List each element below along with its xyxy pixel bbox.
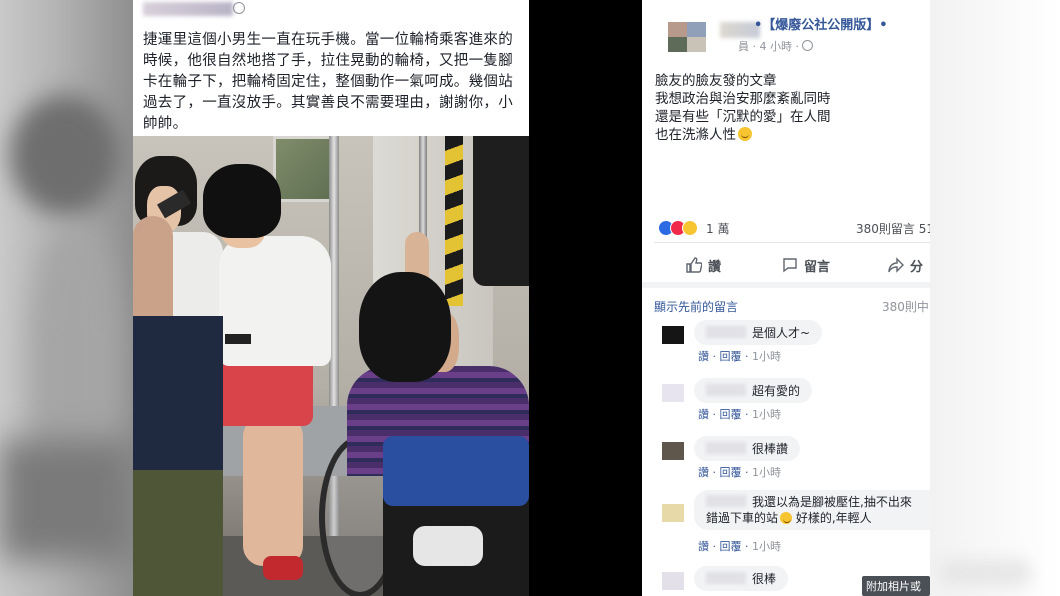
commenter-avatar[interactable]: [662, 504, 684, 522]
like-icon: [686, 257, 702, 273]
previous-comments-count: 380則中: [882, 300, 929, 314]
comment-item: 我還以為是腳被壓住,抽不出來 錯過下車的站 好樣的,年輕人 讚 · 回覆 · 1…: [662, 490, 930, 554]
subway-photo: [133, 136, 529, 596]
comment-button[interactable]: 留言: [782, 252, 830, 278]
divider: [654, 242, 930, 243]
blurred-commenter-name: [706, 572, 746, 584]
commenter-avatar[interactable]: [662, 384, 684, 402]
comment-actions: 讚 · 回覆 · 1小時: [698, 350, 781, 363]
action-bar: 讚 留言 分: [642, 252, 930, 278]
reaction-count[interactable]: 1 萬: [706, 220, 729, 237]
comment-bubble: 我還以為是腳被壓住,抽不出來 錯過下車的站 好樣的,年輕人: [694, 490, 930, 530]
post-body: 臉友的臉友發的文章 我想政治與治安那麼紊亂同時 還是有些「沉默的愛」在人間 也在…: [655, 73, 831, 143]
comment-like-link[interactable]: 讚: [698, 408, 709, 421]
comment-label: 留言: [804, 259, 831, 275]
comment-item: 是個人才~ 讚 · 回覆 · 1小時: [662, 320, 930, 370]
comment-item: 超有愛的 讚 · 回覆 · 1小時: [662, 378, 930, 428]
post-time[interactable]: 員 · 4 小時 ·: [738, 40, 799, 53]
page-avatar[interactable]: [668, 22, 706, 52]
blurred-left-background: [0, 0, 133, 596]
comment-like-link[interactable]: 讚: [698, 540, 709, 553]
like-label: 讚: [708, 259, 722, 275]
comment-reply-link[interactable]: 回覆: [720, 540, 742, 553]
globe-icon: [233, 2, 245, 14]
smile-emoji-icon: [738, 127, 752, 141]
comment-reply-link[interactable]: 回覆: [720, 408, 742, 421]
like-button[interactable]: 讚: [686, 252, 721, 278]
blurred-commenter-name: [706, 326, 746, 338]
comment-time[interactable]: 1小時: [752, 466, 781, 479]
comment-item: 很棒讚 讚 · 回覆 · 1小時: [662, 436, 930, 486]
comment-count[interactable]: 380則留言 51: [856, 220, 930, 237]
globe-icon: [802, 40, 814, 51]
comment-actions: 讚 · 回覆 · 1小時: [698, 408, 781, 421]
blurred-author-name: [143, 2, 233, 16]
share-button[interactable]: 分: [888, 252, 923, 278]
attach-photo-tooltip: 附加相片或: [862, 576, 930, 596]
comment-reply-link[interactable]: 回覆: [720, 466, 742, 479]
blurred-commenter-name: [706, 442, 746, 454]
smile-emoji-icon: [780, 512, 793, 524]
blurred-commenter-name: [706, 495, 746, 507]
commenter-avatar[interactable]: [662, 326, 684, 344]
comment-actions: 讚 · 回覆 · 1小時: [698, 540, 781, 553]
comment-time[interactable]: 1小時: [752, 408, 781, 421]
show-previous-comments-link[interactable]: 顯示先前的留言: [654, 298, 738, 315]
source-post-card: 捷運里這個小男生一直在玩手機。當一位輪椅乘客進來的 時候，他很自然地搭了手，拉住…: [133, 0, 529, 596]
comment-time[interactable]: 1小時: [752, 350, 781, 363]
comment-like-link[interactable]: 讚: [698, 466, 709, 479]
blurred-commenter-name: [706, 384, 746, 396]
post-meta: 員 · 4 小時 ·: [738, 38, 814, 54]
comment-reply-link[interactable]: 回覆: [720, 350, 742, 363]
haha-reaction-icon: [682, 220, 698, 236]
comment-bubble: 是個人才~: [694, 320, 823, 345]
page-name-link[interactable]: •【爆廢公社公開版】•: [754, 14, 888, 33]
divider: [642, 282, 930, 288]
comment-time[interactable]: 1小時: [752, 540, 781, 553]
comment-icon: [783, 258, 797, 273]
comment-bubble: 超有愛的: [694, 378, 813, 403]
comment-actions: 讚 · 回覆 · 1小時: [698, 466, 781, 479]
commenter-avatar[interactable]: [662, 572, 684, 590]
share-icon: [888, 257, 904, 273]
comment-bubble: 很棒: [694, 566, 789, 591]
blurred-right-background: [930, 0, 1060, 596]
black-divider: [529, 0, 642, 596]
commenter-avatar[interactable]: [662, 442, 684, 460]
source-post-text: 捷運里這個小男生一直在玩手機。當一位輪椅乘客進來的 時候，他很自然地搭了手，拉住…: [143, 32, 513, 132]
comment-bubble: 很棒讚: [694, 436, 801, 461]
facebook-post-card: •【爆廢公社公開版】• 員 · 4 小時 · 臉友的臉友發的文章 我想政治與治安…: [642, 0, 930, 596]
share-label: 分: [910, 259, 924, 275]
comment-like-link[interactable]: 讚: [698, 350, 709, 363]
